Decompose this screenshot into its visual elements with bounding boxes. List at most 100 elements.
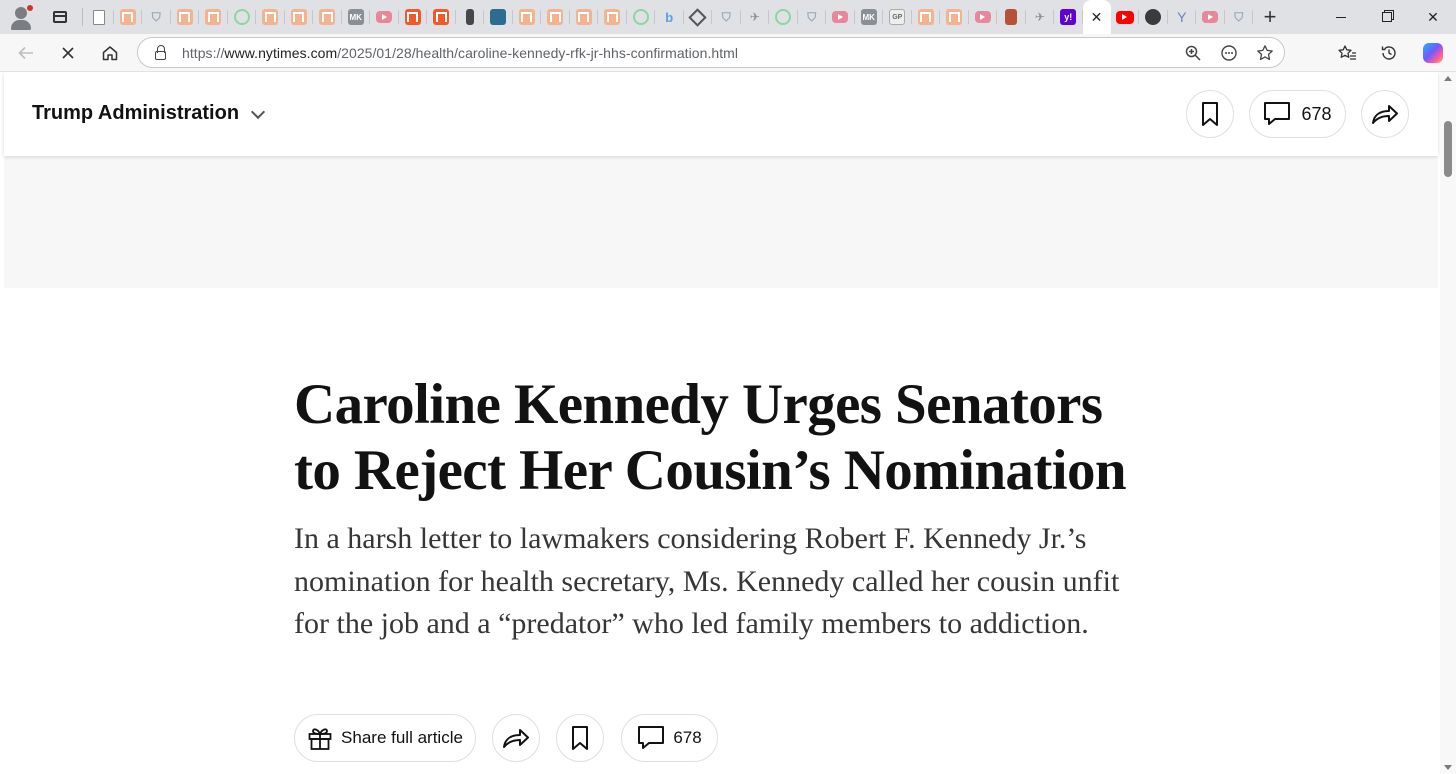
shield-favicon-icon: ⛉ — [807, 9, 817, 24]
close-window-button[interactable]: ✕ — [1410, 0, 1456, 34]
read-aloud-icon[interactable] — [1220, 44, 1238, 62]
article-summary: In a harsh letter to lawmakers consideri… — [294, 522, 1120, 640]
tab-orange[interactable] — [598, 0, 627, 34]
tab-doc[interactable] — [85, 0, 114, 34]
new-tab-button[interactable]: + — [1253, 0, 1287, 34]
favorites-icon — [1338, 45, 1356, 60]
share-arrow-icon — [503, 729, 529, 748]
comments-button[interactable]: 678 — [621, 714, 718, 762]
tab-teal[interactable] — [484, 0, 513, 34]
tab-bird[interactable]: ✈ — [1026, 0, 1055, 34]
share-button[interactable] — [492, 714, 540, 762]
y-favicon-icon: Y — [1177, 9, 1187, 25]
gray-favicon-icon: MK — [347, 9, 364, 25]
tab-play[interactable] — [769, 0, 798, 34]
tab-orange[interactable] — [171, 0, 200, 34]
active-tab[interactable]: ✕ — [1082, 0, 1111, 34]
profile-avatar-icon[interactable] — [0, 0, 40, 34]
tab-red-orange[interactable] — [427, 0, 456, 34]
tab-orange[interactable] — [912, 0, 941, 34]
more-tabs: Y ⛉ — [1111, 0, 1254, 34]
address-bar[interactable]: https://www.nytimes.com/2025/01/28/healt… — [137, 37, 1285, 68]
shield-favicon-icon: ⛉ — [721, 9, 731, 24]
back-button[interactable] — [5, 34, 47, 72]
tab-gray[interactable]: MK — [855, 0, 884, 34]
tab-orange[interactable] — [256, 0, 285, 34]
share-arrow-icon — [1372, 105, 1398, 124]
tab-diamond[interactable] — [684, 0, 713, 34]
tab-shield[interactable]: ⛉ — [712, 0, 741, 34]
tab-pinkred[interactable] — [969, 0, 998, 34]
minimize-button[interactable] — [1318, 0, 1364, 34]
diamond-favicon-icon — [690, 9, 706, 25]
tab-orange[interactable] — [513, 0, 542, 34]
share-full-article-label: Share full article — [341, 728, 463, 747]
tab-actions-icon — [53, 11, 67, 23]
tab-orange[interactable] — [114, 0, 143, 34]
tab-pinkred[interactable] — [1196, 0, 1225, 34]
copilot-button[interactable] — [1410, 34, 1456, 72]
tab-shield[interactable]: ⛉ — [142, 0, 171, 34]
tab-blue-b[interactable]: b — [655, 0, 684, 34]
tab-brown[interactable] — [997, 0, 1026, 34]
site-info-button[interactable] — [138, 44, 182, 60]
blue-b-favicon-icon: b — [665, 9, 674, 25]
tab-orange[interactable] — [940, 0, 969, 34]
browser-toolbar: https://www.nytimes.com/2025/01/28/healt… — [0, 34, 1456, 72]
tab-ytred[interactable] — [1111, 0, 1140, 34]
chevron-down-icon — [250, 104, 266, 119]
tab-orange[interactable] — [570, 0, 599, 34]
pinkred-favicon-icon — [376, 11, 393, 23]
tab-strip: ⛉ MK b ⛉ ✈ ⛉ MK GP ✈ y! ✕ Y ⛉ + ✕ — [0, 0, 1456, 34]
tab-dark[interactable] — [456, 0, 485, 34]
pinned-tabs: ⛉ MK b ⛉ ✈ ⛉ MK GP ✈ y! — [85, 0, 1083, 34]
orange-favicon-icon — [575, 9, 592, 25]
tab-gp[interactable]: GP — [883, 0, 912, 34]
scroll-thumb[interactable] — [1444, 121, 1452, 177]
scroll-down-icon[interactable] — [1444, 765, 1452, 770]
tab-red-orange[interactable] — [399, 0, 428, 34]
scroll-up-icon[interactable] — [1444, 76, 1452, 81]
favorite-star-icon[interactable] — [1256, 44, 1274, 62]
stop-loading-icon — [62, 47, 74, 59]
tab-purple[interactable]: y! — [1054, 0, 1083, 34]
share-full-article-button[interactable]: Share full article — [294, 714, 476, 762]
tab-pinkred[interactable] — [826, 0, 855, 34]
page-scrollbar[interactable] — [1440, 72, 1456, 774]
tab-orange[interactable] — [541, 0, 570, 34]
back-icon — [18, 46, 33, 60]
favorites-button[interactable] — [1326, 34, 1368, 72]
brown-favicon-icon — [1005, 9, 1018, 25]
tab-play[interactable] — [228, 0, 257, 34]
teal-favicon-icon — [490, 9, 507, 25]
home-button[interactable] — [89, 34, 131, 72]
page-viewport: Trump Administration 678 Caroline Kenned… — [0, 72, 1440, 774]
tab-shield[interactable]: ⛉ — [798, 0, 827, 34]
tab-orange[interactable] — [199, 0, 228, 34]
tab-y[interactable]: Y — [1168, 0, 1197, 34]
tab-orange[interactable] — [313, 0, 342, 34]
tab-circle-dark[interactable] — [1139, 0, 1168, 34]
restore-button[interactable] — [1364, 0, 1410, 34]
orange-favicon-icon — [518, 9, 535, 25]
header-save-button[interactable] — [1186, 90, 1234, 138]
tab-gray[interactable]: MK — [342, 0, 371, 34]
tab-pinkred[interactable] — [370, 0, 399, 34]
tab-orange[interactable] — [285, 0, 314, 34]
header-comments-button[interactable]: 678 — [1249, 90, 1346, 138]
header-share-button[interactable] — [1361, 90, 1409, 138]
sticky-header: Trump Administration 678 — [4, 72, 1438, 156]
tab-play[interactable] — [627, 0, 656, 34]
orange-favicon-icon — [917, 9, 934, 25]
history-button[interactable] — [1368, 34, 1410, 72]
close-tab-icon[interactable]: ✕ — [1091, 9, 1103, 26]
bird-favicon-icon: ✈ — [749, 10, 760, 24]
section-dropdown[interactable]: Trump Administration — [32, 102, 266, 125]
zoom-icon[interactable] — [1184, 44, 1202, 62]
tab-shield[interactable]: ⛉ — [1225, 0, 1254, 34]
tab-actions-button[interactable] — [40, 0, 80, 34]
stop-loading-button[interactable] — [47, 34, 89, 72]
url-text[interactable]: https://www.nytimes.com/2025/01/28/healt… — [182, 45, 738, 61]
tab-bird[interactable]: ✈ — [741, 0, 770, 34]
save-article-button[interactable] — [556, 714, 604, 762]
